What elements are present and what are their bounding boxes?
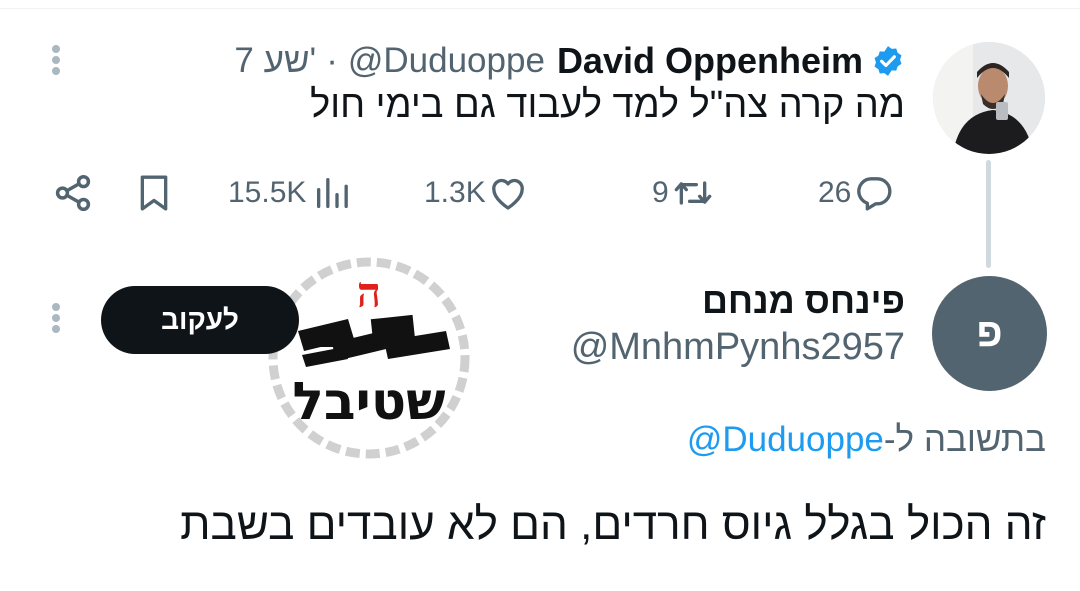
follow-button[interactable]: לעקוב bbox=[101, 286, 299, 354]
more-icon[interactable] bbox=[48, 42, 64, 82]
logo-letter: ה bbox=[357, 268, 381, 317]
bookmark-button[interactable] bbox=[134, 170, 174, 216]
reply-button[interactable]: 26 bbox=[818, 170, 895, 216]
replies-count: 26 bbox=[818, 176, 852, 209]
author-name[interactable]: David Oppenheim bbox=[557, 40, 863, 82]
shtibel-logo: ה שטיבל bbox=[268, 257, 470, 459]
views-icon bbox=[317, 178, 349, 208]
retweet-icon bbox=[674, 181, 712, 205]
share-icon bbox=[55, 174, 91, 212]
retweet-button[interactable]: 9 bbox=[652, 170, 715, 216]
tweet1-text: מה קרה צה"ל למד לעבוד גם בימי חול bbox=[310, 84, 905, 126]
thread-line bbox=[986, 160, 991, 268]
likes-count: 1.3K bbox=[424, 176, 486, 209]
avatar-initials: פ bbox=[976, 311, 1003, 355]
bookmark-icon bbox=[140, 175, 168, 211]
logo-word: שטיבל bbox=[292, 372, 445, 432]
retweets-count: 9 bbox=[652, 176, 669, 209]
reply-icon bbox=[857, 177, 892, 211]
tweet1-header: David Oppenheim @Duduoppe · 7 שע' bbox=[234, 36, 905, 86]
like-icon bbox=[491, 178, 524, 210]
views-button[interactable]: 15.5K bbox=[228, 170, 352, 216]
like-button[interactable]: 1.3K bbox=[424, 170, 528, 216]
tweet-time[interactable]: 7 שע' bbox=[234, 41, 316, 81]
more-icon[interactable] bbox=[48, 300, 64, 340]
reply-prefix: בתשובה ל- bbox=[883, 420, 1046, 459]
verified-icon bbox=[874, 46, 902, 76]
author-handle[interactable]: @Duduoppe bbox=[348, 41, 545, 81]
share-button[interactable] bbox=[52, 170, 94, 216]
top-divider bbox=[0, 8, 1080, 9]
author-handle-2[interactable]: @MnhmPynhs2957 bbox=[571, 326, 905, 369]
separator-dot: · bbox=[326, 41, 338, 80]
views-count: 15.5K bbox=[228, 176, 307, 209]
replying-to: בתשובה ל-@Duduoppe bbox=[687, 420, 1046, 460]
reply-handle-link[interactable]: @Duduoppe bbox=[687, 420, 884, 459]
avatar-pinchas-menachem[interactable]: פ bbox=[932, 276, 1047, 391]
tweet2-text: זה הכול בגלל גיוס חרדים, הם לא עובדים בש… bbox=[180, 500, 1046, 549]
avatar-david-oppenheim[interactable] bbox=[933, 42, 1045, 154]
author-name-2[interactable]: פינחס מנחם bbox=[702, 280, 905, 322]
